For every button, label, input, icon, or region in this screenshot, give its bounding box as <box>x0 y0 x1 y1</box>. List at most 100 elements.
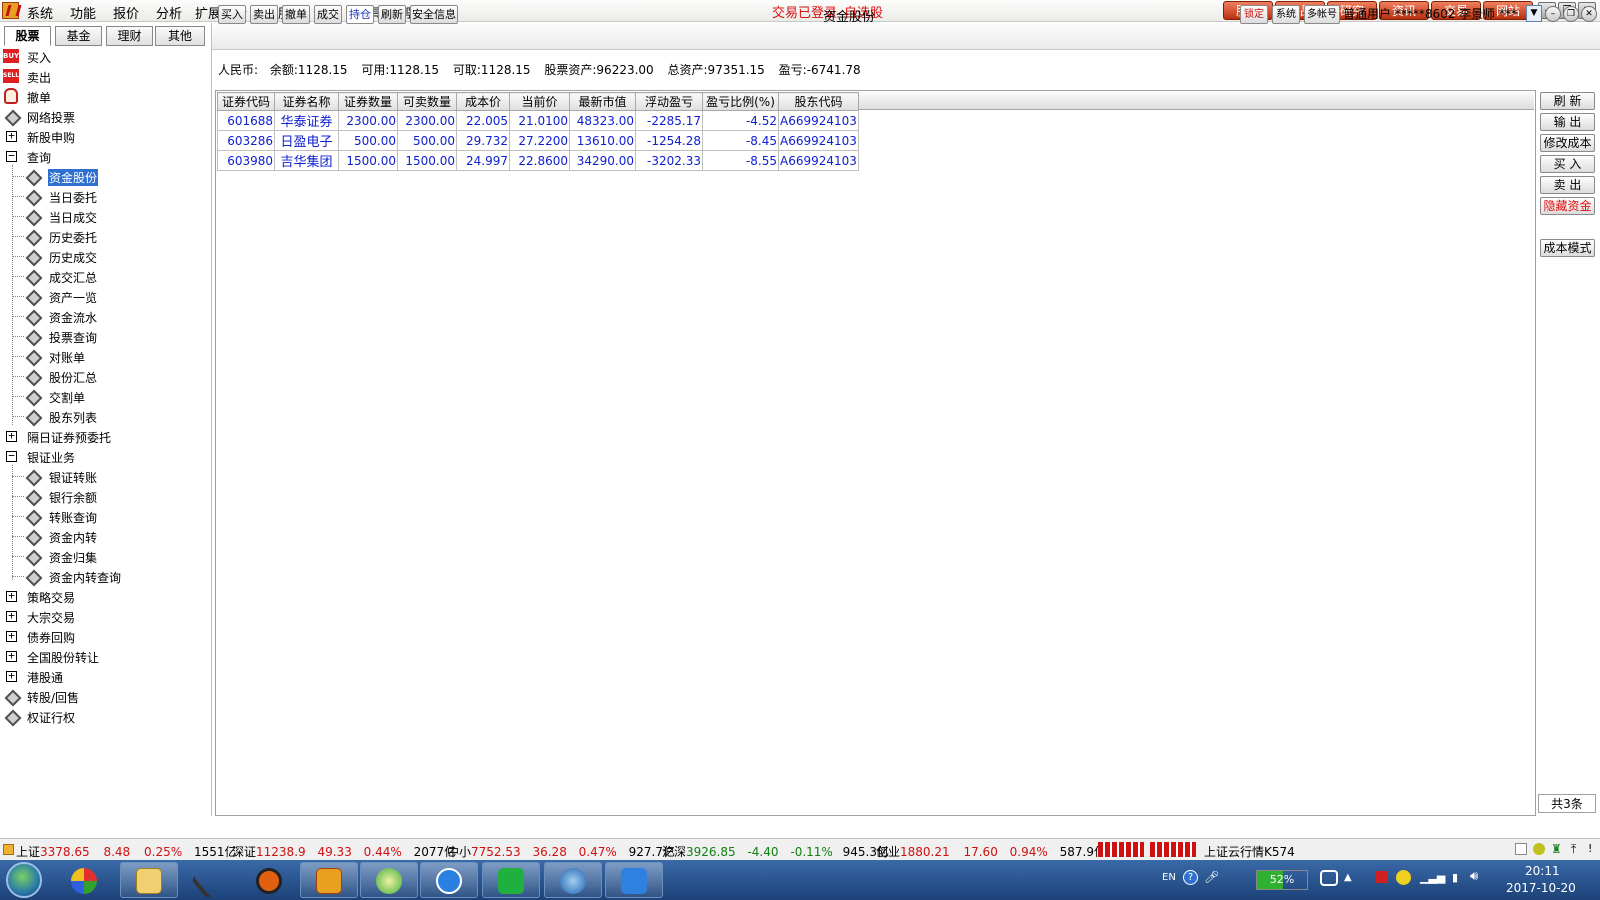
tree-subitem-bank[interactable]: 资金内转查询 <box>0 566 210 586</box>
tree-item-sell[interactable]: SELL 卖出 <box>0 66 210 86</box>
volume-icon[interactable]: 🔊︎ <box>1470 869 1478 884</box>
help-icon[interactable]: ? <box>1183 870 1198 885</box>
lock-button[interactable]: 锁定 <box>1240 5 1268 24</box>
expand-icon[interactable]: + <box>6 670 17 682</box>
taskbar-app-9[interactable] <box>544 862 602 898</box>
edit-cost-button[interactable]: 修改成本 <box>1540 134 1595 152</box>
toolbar-deals-button[interactable]: 成交 <box>314 5 342 24</box>
ticker-sz[interactable]: 深证11238.9 49.33 0.44% 2077亿 <box>232 843 456 860</box>
tree-item-strategy[interactable]: + 策略交易 <box>0 586 210 606</box>
power-icon[interactable]: ▮ <box>1452 871 1458 884</box>
info-icon[interactable]: ! <box>1588 842 1592 855</box>
clock-date[interactable]: 2017-10-20 <box>1506 881 1576 895</box>
side-buy-button[interactable]: 买 入 <box>1540 155 1595 173</box>
toolbar-sell-button[interactable]: 卖出 <box>250 5 278 24</box>
expand-icon[interactable]: + <box>6 630 17 642</box>
toolbar-positions-button[interactable]: 持仓 <box>346 5 374 24</box>
expand-icon[interactable]: + <box>6 650 17 662</box>
menu-analysis[interactable]: 分析 <box>156 3 182 22</box>
tree-subitem-bank[interactable]: 资金内转 <box>0 526 210 546</box>
tree-subitem-query[interactable]: 资金股份 <box>0 166 210 186</box>
tree-subitem-query[interactable]: 投票查询 <box>0 326 210 346</box>
taskbar-explorer[interactable] <box>120 862 178 898</box>
expand-icon[interactable]: + <box>6 610 17 622</box>
clock-time[interactable]: 20:11 <box>1525 864 1560 878</box>
cost-mode-button[interactable]: 成本模式 <box>1540 239 1595 257</box>
column-header[interactable]: 证券代码 <box>217 92 275 111</box>
export-button[interactable]: 输 出 <box>1540 113 1595 131</box>
refresh-button[interactable]: 刷 新 <box>1540 92 1595 110</box>
window-toggle-icon[interactable] <box>1515 843 1527 855</box>
table-row[interactable]: 601688 华泰证券 2300.00 2300.00 22.005 21.0100 483… <box>217 110 859 131</box>
hide-funds-button[interactable]: 隐藏资金 <box>1540 197 1595 215</box>
tab-stock[interactable]: 股票 <box>4 26 51 46</box>
tree-subitem-bank[interactable]: 资金归集 <box>0 546 210 566</box>
flag-icon[interactable] <box>1376 871 1388 883</box>
tab-other[interactable]: 其他 <box>155 26 205 46</box>
network-icon[interactable]: ▁▃▅ <box>1420 871 1445 884</box>
taskbar-browser[interactable] <box>360 862 418 898</box>
tree-item-block[interactable]: + 大宗交易 <box>0 606 210 626</box>
pin-icon[interactable]: ⤒ <box>1571 842 1576 857</box>
column-header[interactable]: 股东代码 <box>778 92 859 111</box>
tree-item-buy[interactable]: BUY 买入 <box>0 46 210 66</box>
battery-indicator[interactable]: 52% <box>1256 870 1308 890</box>
taskbar-app-3[interactable] <box>180 862 238 900</box>
column-header[interactable]: 最新市值 <box>569 92 636 111</box>
column-header[interactable]: 浮动盈亏 <box>635 92 703 111</box>
taskbar-app-4[interactable] <box>240 862 298 898</box>
cloud-quote-label[interactable]: 上证云行情K574 <box>1204 843 1295 860</box>
tree-subitem-query[interactable]: 股份汇总 <box>0 366 210 386</box>
menu-quote[interactable]: 报价 <box>113 3 139 22</box>
ticker-gem[interactable]: 创业1880.21 17.60 0.94% 587.9亿 <box>876 843 1106 860</box>
tree-subitem-query[interactable]: 资金流水 <box>0 306 210 326</box>
panel-close-icon[interactable]: ✕ <box>1581 6 1597 22</box>
tree-subitem-query[interactable]: 交割单 <box>0 386 210 406</box>
tree-item-query[interactable]: − 查询 <box>0 146 210 166</box>
toolbar-refresh-button[interactable]: 刷新 <box>378 5 406 24</box>
trophy-icon[interactable]: ♜ <box>1551 842 1562 856</box>
column-header[interactable]: 盈亏比例(%) <box>702 92 779 111</box>
toolbar-security-info-button[interactable]: 安全信息 <box>410 5 458 24</box>
user-account-selector[interactable]: 普通用户 *****8602 李景师 *** <box>1343 5 1527 24</box>
chevron-down-icon[interactable]: ▼ <box>1526 5 1542 22</box>
collapse-icon[interactable]: − <box>6 150 17 162</box>
tree-subitem-bank[interactable]: 转账查询 <box>0 506 210 526</box>
table-row[interactable]: 603980 吉华集团 1500.00 1500.00 24.997 22.8600 342… <box>217 150 859 171</box>
expand-icon[interactable]: + <box>6 430 17 442</box>
tree-subitem-query[interactable]: 当日委托 <box>0 186 210 206</box>
column-header[interactable]: 证券名称 <box>274 92 339 111</box>
microphone-icon[interactable]: 🎤︎ <box>1204 870 1219 884</box>
tree-item-vote[interactable]: 网络投票 <box>0 106 210 126</box>
toolbar-buy-button[interactable]: 买入 <box>218 5 246 24</box>
ticker-hs[interactable]: 沪深3926.85 -4.40 -0.11% 945.3亿 <box>662 843 889 860</box>
system-button[interactable]: 系统 <box>1272 5 1300 24</box>
multi-account-button[interactable]: 多帐号 <box>1304 5 1340 24</box>
side-sell-button[interactable]: 卖 出 <box>1540 176 1595 194</box>
column-header[interactable]: 可卖数量 <box>397 92 457 111</box>
tree-subitem-query[interactable]: 历史委托 <box>0 226 210 246</box>
tree-item-bank[interactable]: − 银证业务 <box>0 446 210 466</box>
panel-minimize-icon[interactable]: – <box>1545 6 1561 22</box>
tray-expand-icon[interactable]: ▲ <box>1344 872 1352 883</box>
ticker-sh[interactable]: 上证3378.65 8.48 0.25% 1551亿 <box>16 843 237 860</box>
tree-item-convert[interactable]: 转股/回售 <box>0 686 210 706</box>
expand-icon[interactable]: + <box>6 590 17 602</box>
tree-subitem-query[interactable]: 成交汇总 <box>0 266 210 286</box>
taskbar-writer[interactable] <box>605 862 663 898</box>
column-header[interactable]: 证券数量 <box>338 92 398 111</box>
tree-subitem-query[interactable]: 当日成交 <box>0 206 210 226</box>
status-icon[interactable] <box>1533 843 1545 855</box>
tree-subitem-query[interactable]: 历史成交 <box>0 246 210 266</box>
tree-item-cancel[interactable]: 撤单 <box>0 86 210 106</box>
tree-item-next-day[interactable]: + 隔日证券预委托 <box>0 426 210 446</box>
tree-subitem-bank[interactable]: 银行余额 <box>0 486 210 506</box>
tree-item-neeq[interactable]: + 全国股份转让 <box>0 646 210 666</box>
tree-item-ipo[interactable]: + 新股申购 <box>0 126 210 146</box>
table-row[interactable]: 603286 日盈电子 500.00 500.00 29.732 27.2200 13610… <box>217 130 859 151</box>
tree-item-hk-connect[interactable]: + 港股通 <box>0 666 210 686</box>
taskbar-app-1[interactable] <box>55 862 113 898</box>
ticker-sme[interactable]: 中小7752.53 36.28 0.47% 927.7亿 <box>447 843 675 860</box>
panel-restore-icon[interactable]: ❐ <box>1563 6 1579 22</box>
toolbar-cancel-button[interactable]: 撤单 <box>282 5 310 24</box>
